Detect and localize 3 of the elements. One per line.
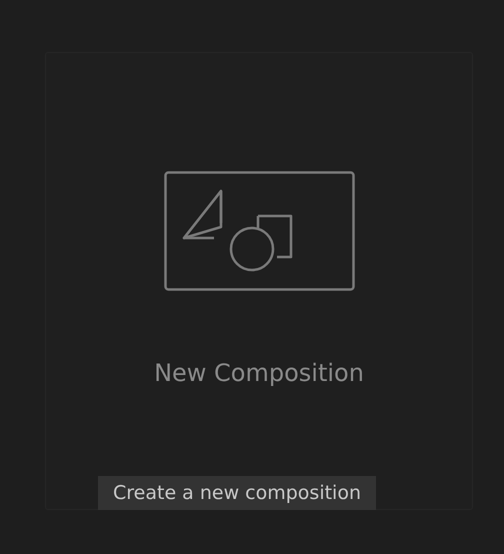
composition-icon xyxy=(164,171,354,291)
card-title: New Composition xyxy=(154,359,364,387)
tooltip: Create a new composition xyxy=(98,476,376,510)
